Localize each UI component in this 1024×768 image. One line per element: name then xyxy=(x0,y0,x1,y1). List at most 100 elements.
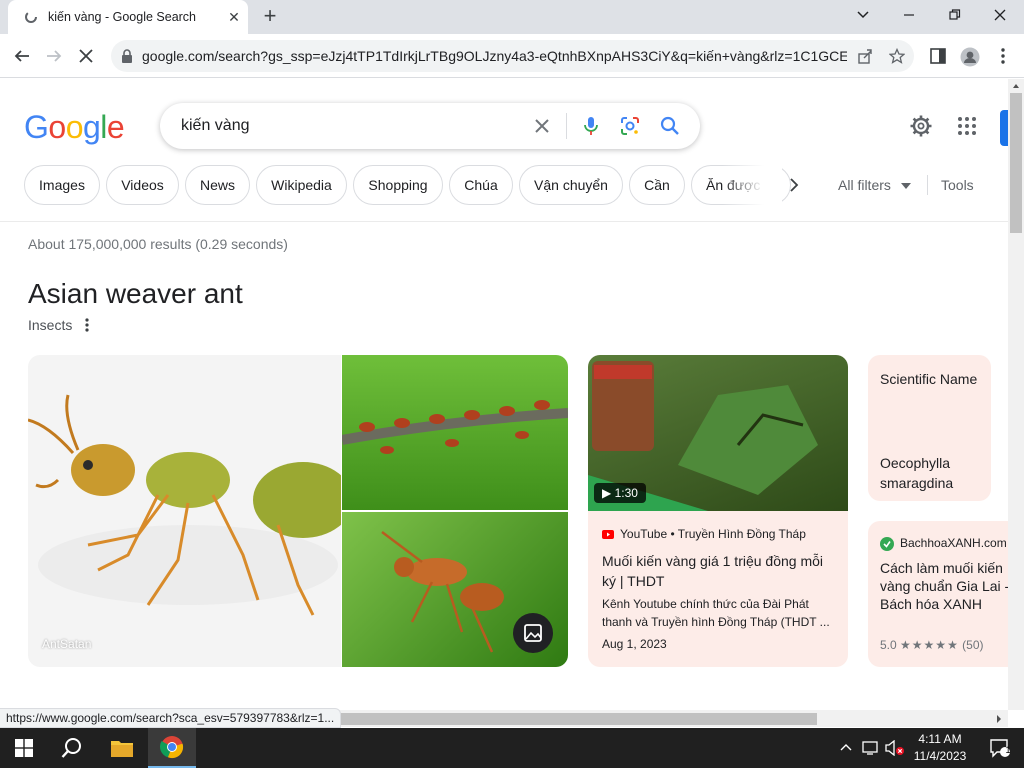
profile-avatar[interactable] xyxy=(960,47,980,67)
forward-button[interactable] xyxy=(39,41,69,71)
chip-videos[interactable]: Videos xyxy=(106,165,179,205)
settings-gear-icon[interactable] xyxy=(909,114,933,138)
scientific-name-card[interactable]: Scientific Name Oecophylla smaragdina xyxy=(868,355,991,501)
knowledge-panel-title[interactable]: Asian weaver ant xyxy=(28,278,243,310)
view-images-button[interactable] xyxy=(513,613,553,653)
scientific-name-label: Scientific Name xyxy=(880,371,978,387)
tab-title: kiến vàng - Google Search xyxy=(48,10,197,24)
image-gallery-icon xyxy=(524,624,542,642)
sign-in-button[interactable] xyxy=(1000,110,1008,146)
vertical-scrollbar-thumb[interactable] xyxy=(1010,93,1022,233)
network-icon[interactable] xyxy=(862,740,880,761)
google-apps-icon[interactable] xyxy=(957,116,977,136)
lens-search-icon[interactable] xyxy=(619,115,641,137)
chip-can[interactable]: Cần xyxy=(629,165,685,205)
browser-toolbar: google.com/search?gs_ssp=eJzj4tTP1TdIrkj… xyxy=(0,34,1024,78)
file-explorer-button[interactable] xyxy=(98,728,146,768)
tools-divider xyxy=(927,175,928,195)
chip-news[interactable]: News xyxy=(185,165,250,205)
chip-wikipedia[interactable]: Wikipedia xyxy=(256,165,347,205)
all-filters-button[interactable]: All filters xyxy=(838,177,911,193)
chip-chua[interactable]: Chúa xyxy=(449,165,513,205)
chip-images[interactable]: Images xyxy=(24,165,100,205)
scroll-right-icon[interactable] xyxy=(994,714,1004,724)
chips-fade-overlay xyxy=(722,165,782,205)
more-options-icon[interactable] xyxy=(82,317,92,333)
back-button[interactable] xyxy=(7,41,37,71)
rating-count: (50) xyxy=(962,638,984,652)
ant-illustration xyxy=(28,394,341,616)
search-results-page: Google kiến vàng Images Videos News Wiki… xyxy=(0,79,1008,710)
all-filters-label: All filters xyxy=(838,177,891,193)
search-submit-icon[interactable] xyxy=(659,115,681,137)
show-hidden-icons-icon[interactable] xyxy=(840,741,852,759)
video-description: Kênh Youtube chính thức của Đài Phát tha… xyxy=(602,597,830,629)
search-box-divider xyxy=(566,113,567,139)
start-button[interactable] xyxy=(0,728,48,768)
clock-time: 4:11 AM xyxy=(918,732,962,746)
new-tab-button[interactable]: + xyxy=(259,5,281,28)
ants-on-branch-image[interactable] xyxy=(342,355,568,510)
menu-kebab-icon[interactable] xyxy=(994,47,1012,65)
search-icon xyxy=(61,738,81,758)
recipe-source: BachhoaXANH.com xyxy=(880,536,1007,551)
status-bar-url: https://www.google.com/search?sca_esv=57… xyxy=(0,708,342,728)
browser-tab[interactable]: kiến vàng - Google Search ✕ xyxy=(8,0,248,34)
video-result-card[interactable]: ▶ 1:30 YouTube • Truyền Hình Đồng Tháp M… xyxy=(588,355,848,667)
rating-stars-icon: ★★★★★ xyxy=(900,638,959,652)
address-url: google.com/search?gs_ssp=eJzj4tTP1TdIrkj… xyxy=(142,48,847,64)
scroll-up-icon[interactable] xyxy=(1008,79,1024,93)
action-center-button[interactable]: 1 xyxy=(976,728,1024,768)
loading-icon xyxy=(23,9,39,25)
tab-search-button[interactable] xyxy=(843,4,883,26)
clear-icon[interactable] xyxy=(531,115,553,137)
chrome-icon xyxy=(160,736,184,759)
close-window-button[interactable] xyxy=(980,4,1020,26)
ants-branch-illustration xyxy=(342,400,568,454)
share-icon[interactable] xyxy=(857,48,873,64)
chip-shopping[interactable]: Shopping xyxy=(353,165,443,205)
volume-muted-icon[interactable] xyxy=(885,739,905,761)
recipe-rating: 5.0 ★★★★★ (50) xyxy=(880,638,984,652)
video-thumbnail[interactable]: ▶ 1:30 xyxy=(588,355,848,511)
video-duration: ▶ 1:30 xyxy=(594,483,646,503)
restore-button[interactable] xyxy=(935,4,975,26)
youtube-icon xyxy=(602,530,614,540)
video-source: YouTube • Truyền Hình Đồng Tháp xyxy=(602,527,806,541)
minimize-button[interactable] xyxy=(889,4,929,26)
bachhoaxanh-icon xyxy=(880,536,894,551)
filter-chips: Images Videos News Wikipedia Shopping Ch… xyxy=(24,165,804,205)
address-bar[interactable]: google.com/search?gs_ssp=eJzj4tTP1TdIrkj… xyxy=(111,40,914,72)
search-box[interactable]: kiến vàng xyxy=(160,103,700,149)
bookmark-star-icon[interactable] xyxy=(888,47,906,64)
tab-strip: kiến vàng - Google Search ✕ + xyxy=(0,0,1024,34)
taskbar-search-button[interactable] xyxy=(48,728,96,768)
tab-close-icon[interactable]: ✕ xyxy=(226,9,242,25)
chevron-right-icon[interactable] xyxy=(785,176,803,194)
result-stats: About 175,000,000 results (0.29 seconds) xyxy=(28,236,288,252)
tools-button[interactable]: Tools xyxy=(941,177,974,193)
video-date: Aug 1, 2023 xyxy=(602,637,667,651)
recipe-source-text: BachhoaXANH.com xyxy=(900,536,1007,550)
scientific-name-value: Oecophylla smaragdina xyxy=(880,455,954,491)
folder-icon xyxy=(111,741,133,757)
horizontal-scrollbar-thumb[interactable] xyxy=(340,713,817,725)
chrome-taskbar-button[interactable] xyxy=(148,728,196,768)
main-ant-image[interactable]: AntSatan xyxy=(28,355,341,667)
chip-van-chuyen[interactable]: Vận chuyển xyxy=(519,165,623,205)
video-source-text: YouTube • Truyền Hình Đồng Tháp xyxy=(620,527,806,541)
video-title[interactable]: Muối kiến vàng giá 1 triệu đồng mỗi ký |… xyxy=(602,551,834,591)
dropdown-arrow-icon xyxy=(900,183,911,190)
recipe-result-card[interactable]: BachhoaXANH.com Cách làm muối kiến vàng … xyxy=(868,521,1008,667)
side-panel-icon[interactable] xyxy=(929,47,947,65)
clock-date: 11/4/2023 xyxy=(913,749,967,763)
stop-loading-button[interactable] xyxy=(71,41,101,71)
notification-count: 1 xyxy=(1005,745,1011,755)
recipe-title[interactable]: Cách làm muối kiến vàng chuẩn Gia Lai - … xyxy=(880,559,1008,613)
google-logo[interactable]: Google xyxy=(24,109,125,146)
knowledge-panel-subtitle: Insects xyxy=(28,317,73,333)
voice-search-icon[interactable] xyxy=(580,115,602,137)
search-input[interactable]: kiến vàng xyxy=(181,117,250,135)
lock-icon[interactable] xyxy=(120,48,134,64)
taskbar-clock[interactable]: 4:11 AM 11/4/2023 xyxy=(905,731,975,765)
